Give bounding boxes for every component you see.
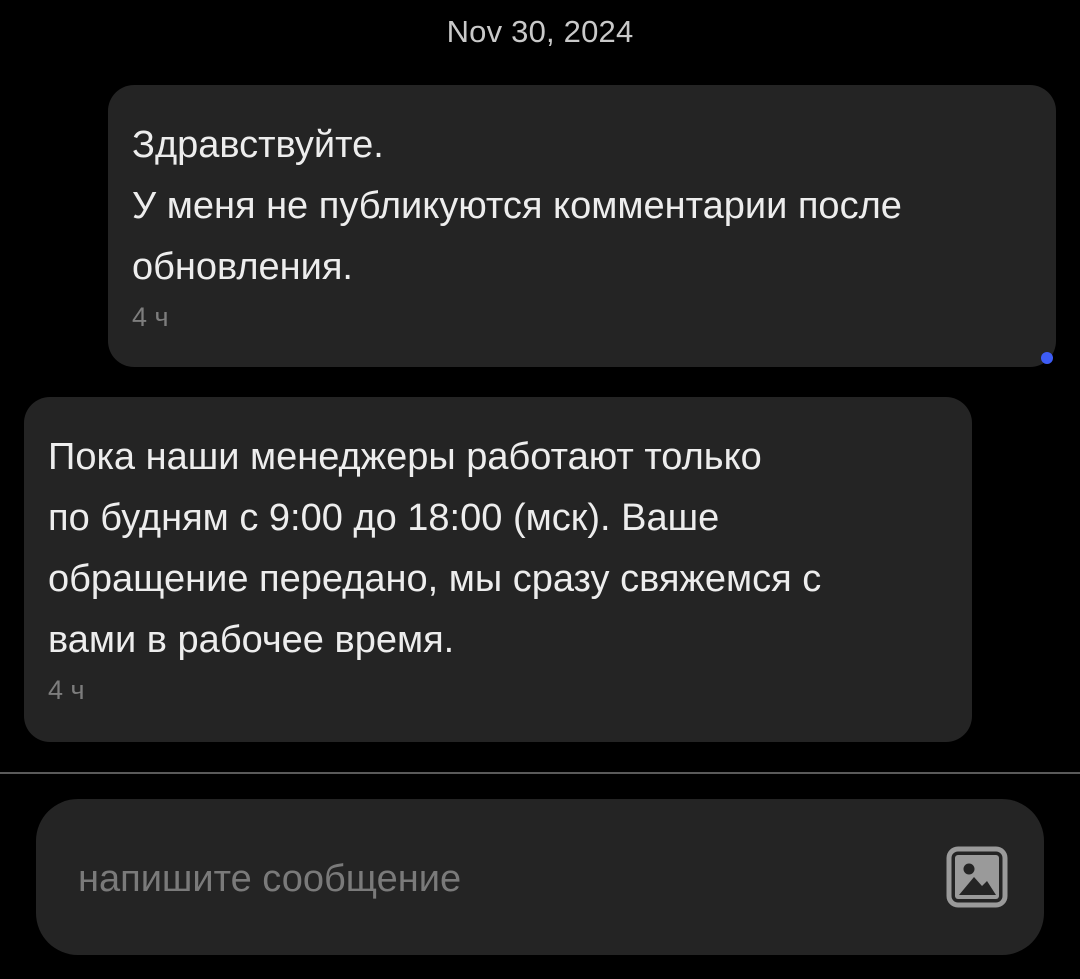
composer-divider xyxy=(0,772,1080,774)
unread-status-dot-icon xyxy=(1041,352,1053,364)
message-text: Пока наши менеджеры работают только по б… xyxy=(48,436,822,661)
image-icon xyxy=(946,846,1008,908)
message-bubble-outgoing[interactable]: Здравствуйте. У меня не публикуются комм… xyxy=(108,85,1056,367)
message-text: Здравствуйте. У меня не публикуются комм… xyxy=(132,124,902,288)
message-timestamp: 4 ч xyxy=(48,675,85,705)
message-input[interactable] xyxy=(78,849,898,909)
message-bubble-incoming[interactable]: Пока наши менеджеры работают только по б… xyxy=(24,397,972,742)
date-separator: Nov 30, 2024 xyxy=(446,14,634,49)
attach-image-button[interactable] xyxy=(946,846,1008,908)
message-timestamp: 4 ч xyxy=(132,302,169,332)
message-composer xyxy=(36,799,1044,955)
